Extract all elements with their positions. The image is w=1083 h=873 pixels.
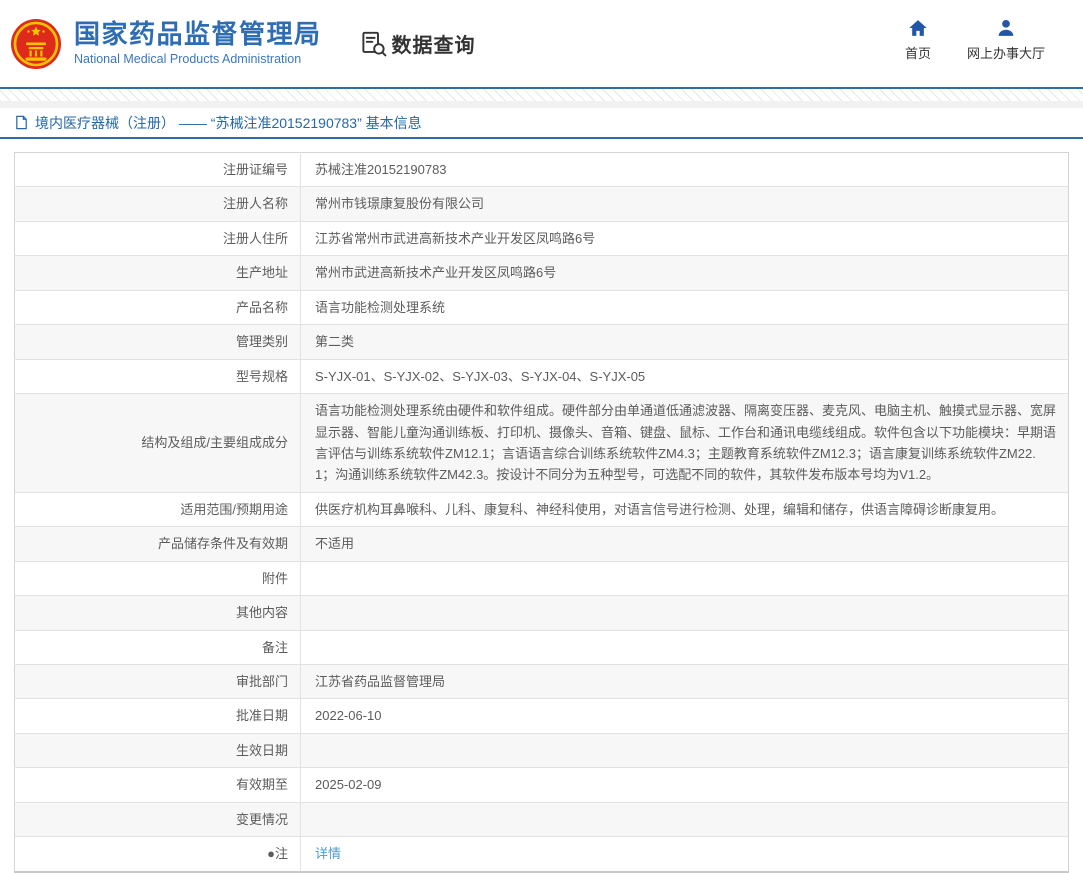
row-label: 审批部门 <box>14 663 301 699</box>
row-value: 第二类 <box>300 324 1069 360</box>
registration-info-table: 注册证编号 苏械注准20152190783 注册人名称 常州市钱璟康复股份有限公司 注册… <box>14 152 1069 873</box>
user-icon <box>998 19 1014 36</box>
row-label: ●注 <box>14 836 301 872</box>
row-value <box>300 595 1069 631</box>
table-row: 变更情况 <box>14 801 1069 837</box>
row-value: 详情 <box>300 836 1069 872</box>
table-row: 型号规格 S-YJX-01、S-YJX-02、S-YJX-03、S-YJX-04、… <box>14 358 1069 394</box>
details-link[interactable]: 详情 <box>315 846 341 861</box>
row-label: 适用范围/预期用途 <box>14 491 301 527</box>
row-label: 注册人住所 <box>14 220 301 256</box>
document-search-icon <box>361 31 386 57</box>
nav-home[interactable]: 首页 <box>905 18 931 62</box>
row-value: 常州市钱璟康复股份有限公司 <box>300 186 1069 222</box>
row-label: 其他内容 <box>14 595 301 631</box>
row-value <box>300 732 1069 768</box>
nav-service-hall-label: 网上办事大厅 <box>966 45 1045 61</box>
row-label: 附件 <box>14 560 301 596</box>
nav-home-label: 首页 <box>904 45 931 61</box>
row-value: 江苏省药品监督管理局 <box>300 663 1069 699</box>
top-nav: 首页 网上办事大厅 <box>905 18 1045 62</box>
row-value: 2025-02-09 <box>300 767 1069 803</box>
table-row: 结构及组成/主要组成成分 语言功能检测处理系统由硬件和软件组成。硬件部分由单通道低… <box>14 393 1069 493</box>
row-value: 语言功能检测处理系统 <box>300 289 1069 325</box>
table-row: 注册人名称 常州市钱璟康复股份有限公司 <box>14 186 1069 222</box>
row-label: 型号规格 <box>14 358 301 394</box>
table-row: 备注 <box>14 629 1069 665</box>
table-row: 生效日期 <box>14 732 1069 768</box>
row-label: 变更情况 <box>14 801 301 837</box>
breadcrumb-text: 境内医疗器械（注册） —— “苏械注准20152190783” 基本信息 <box>35 114 422 131</box>
row-label: 批准日期 <box>14 698 301 734</box>
row-value: 苏械注准20152190783 <box>315 162 447 177</box>
table-row: 产品储存条件及有效期 不适用 <box>14 526 1069 562</box>
table-row: 适用范围/预期用途 供医疗机构耳鼻喉科、儿科、康复科、神经科使用，对语言信号进行检… <box>14 491 1069 527</box>
content-area: 注册证编号 苏械注准20152190783 注册人名称 常州市钱璟康复股份有限公司 注册… <box>0 139 1083 873</box>
row-label: 注册证编号 <box>14 152 301 187</box>
home-icon <box>909 19 927 36</box>
row-value <box>300 560 1069 596</box>
data-query-section[interactable]: 数据查询 <box>360 29 476 58</box>
row-label: 管理类别 <box>14 324 301 360</box>
table-row: 注册证编号 苏械注准20152190783 <box>14 152 1069 187</box>
table-row: ●注 详情 <box>14 836 1069 872</box>
table-row: 产品名称 语言功能检测处理系统 <box>14 289 1069 325</box>
nmpa-logo[interactable]: 国家药品监督管理局 National Medical Products Admi… <box>10 18 322 70</box>
table-row: 附件 <box>14 560 1069 596</box>
row-label: 结构及组成/主要组成成分 <box>14 393 301 493</box>
table-row: 注册人住所 江苏省常州市武进高新技术产业开发区凤鸣路6号 <box>14 220 1069 256</box>
row-label: 产品储存条件及有效期 <box>14 526 301 562</box>
row-value: 常州市武进高新技术产业开发区凤鸣路6号 <box>300 255 1069 291</box>
row-label: 生效日期 <box>14 732 301 768</box>
table-row: 管理类别 第二类 <box>14 324 1069 360</box>
row-value: 不适用 <box>300 526 1069 562</box>
nav-service-hall[interactable]: 网上办事大厅 <box>967 18 1045 62</box>
row-label: 备注 <box>14 629 301 665</box>
data-query-label: 数据查询 <box>391 35 476 57</box>
site-title-block: 国家药品监督管理局 National Medical Products Admi… <box>74 18 322 67</box>
site-header: 国家药品监督管理局 National Medical Products Admi… <box>0 0 1083 87</box>
gray-band <box>0 101 1083 108</box>
row-label: 有效期至 <box>14 767 301 803</box>
breadcrumb: 境内医疗器械（注册） —— “苏械注准20152190783” 基本信息 <box>0 108 1083 139</box>
national-emblem-icon <box>11 18 61 69</box>
table-row: 生产地址 常州市武进高新技术产业开发区凤鸣路6号 <box>14 255 1069 291</box>
page-icon <box>16 115 27 130</box>
table-row: 其他内容 <box>14 595 1069 631</box>
row-label: 生产地址 <box>14 255 301 291</box>
table-row: 审批部门 江苏省药品监督管理局 <box>14 663 1069 699</box>
striped-band <box>0 89 1083 101</box>
row-value: 供医疗机构耳鼻喉科、儿科、康复科、神经科使用，对语言信号进行检测、处理，编辑和储… <box>300 491 1069 527</box>
site-title: 国家药品监督管理局 <box>74 18 322 49</box>
table-row: 有效期至 2025-02-09 <box>14 767 1069 803</box>
row-label: 注册人名称 <box>14 186 301 222</box>
row-value: 语言功能检测处理系统由硬件和软件组成。硬件部分由单通道低通滤波器、隔离变压器、麦… <box>300 393 1069 493</box>
row-value: 江苏省常州市武进高新技术产业开发区凤鸣路6号 <box>300 220 1069 256</box>
table-row: 批准日期 2022-06-10 <box>14 698 1069 734</box>
row-label: 产品名称 <box>14 289 301 325</box>
info-table-body: 注册证编号 苏械注准20152190783 注册人名称 常州市钱璟康复股份有限公司 注册… <box>14 152 1069 872</box>
row-value: S-YJX-01、S-YJX-02、S-YJX-03、S-YJX-04、S-YJ… <box>300 358 1069 394</box>
row-value: 2022-06-10 <box>300 698 1069 734</box>
row-value <box>300 801 1069 837</box>
row-value <box>300 629 1069 665</box>
site-subtitle: National Medical Products Administration <box>74 52 302 67</box>
